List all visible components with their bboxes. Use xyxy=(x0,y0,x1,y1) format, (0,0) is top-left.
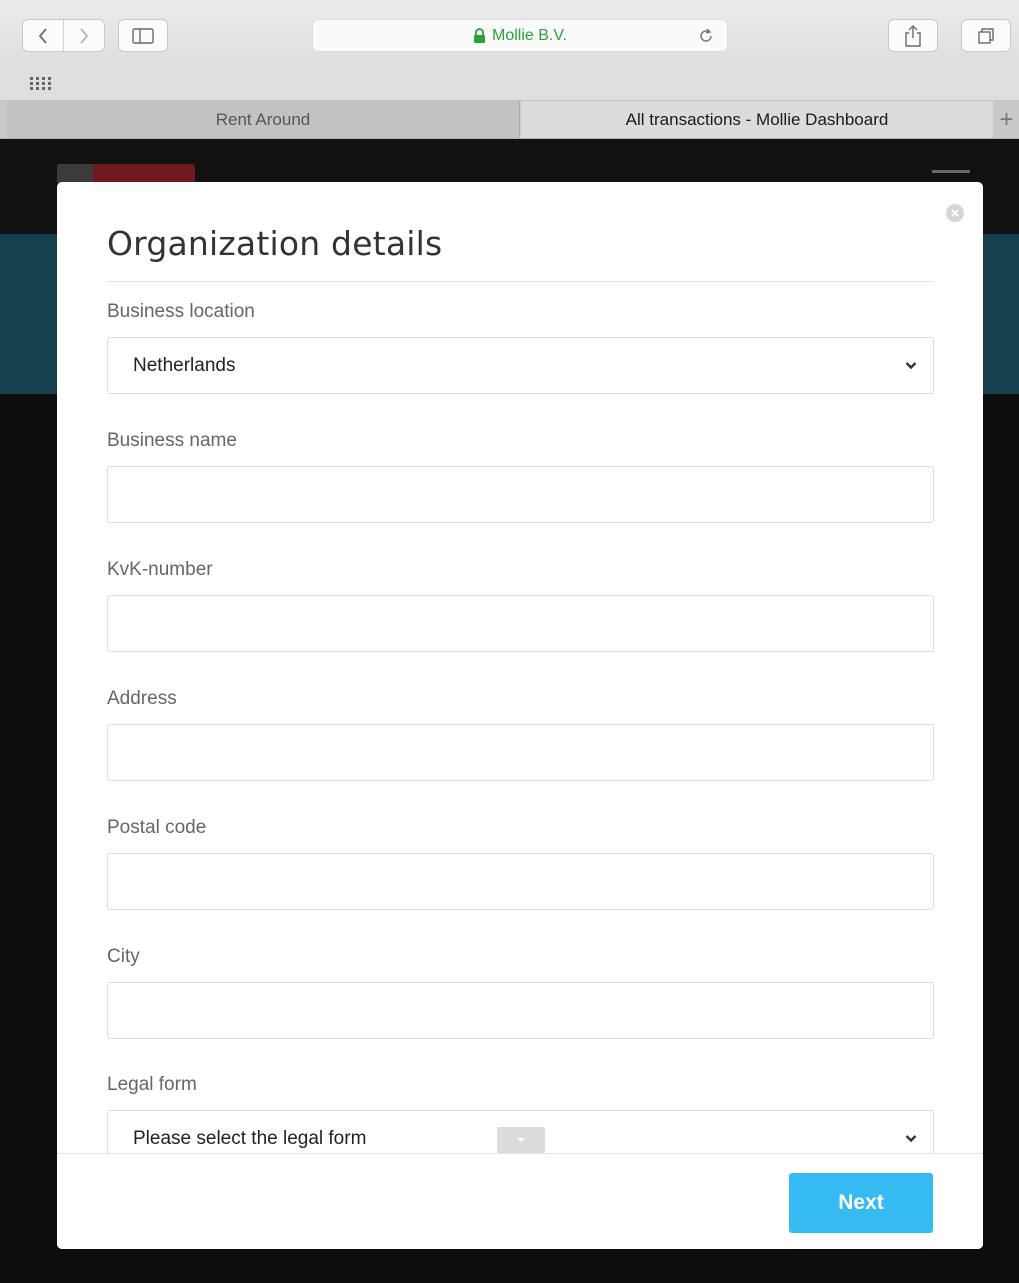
menu-icon xyxy=(932,170,970,173)
legal-form-label: Legal form xyxy=(107,1074,197,1095)
address-input[interactable] xyxy=(107,724,934,781)
tab-mollie-dashboard[interactable]: All transactions - Mollie Dashboard xyxy=(521,101,993,138)
chevron-right-icon xyxy=(80,27,89,44)
modal-footer: Next xyxy=(57,1153,983,1249)
site-name: Mollie B.V. xyxy=(492,26,567,44)
browser-toolbar: Mollie B.V. xyxy=(0,0,1019,66)
business-location-label: Business location xyxy=(107,301,255,322)
nav-buttons xyxy=(22,19,105,52)
tab-rent-around[interactable]: Rent Around xyxy=(7,101,520,138)
share-icon xyxy=(905,24,921,47)
address-label: Address xyxy=(107,688,177,709)
tabs-overview-button[interactable] xyxy=(961,19,1011,52)
lock-icon xyxy=(473,28,486,43)
forward-button[interactable] xyxy=(63,20,104,51)
modal-title: Organization details xyxy=(107,224,443,263)
back-button[interactable] xyxy=(23,20,63,51)
business-location-value: Netherlands xyxy=(133,354,236,376)
city-input[interactable] xyxy=(107,982,934,1039)
business-name-label: Business name xyxy=(107,430,237,451)
postal-code-label: Postal code xyxy=(107,817,207,838)
reload-icon[interactable] xyxy=(697,27,715,50)
postal-code-input[interactable] xyxy=(107,853,934,910)
organization-details-modal: Organization details Business location N… xyxy=(57,182,983,1249)
chevron-down-icon xyxy=(905,361,917,369)
close-button[interactable] xyxy=(946,204,964,222)
business-name-input[interactable] xyxy=(107,466,934,523)
tab-bar: Rent Around All transactions - Mollie Da… xyxy=(0,101,1019,139)
sidebar-icon xyxy=(132,27,154,44)
tabs-icon xyxy=(978,27,994,44)
city-label: City xyxy=(107,946,140,967)
logo-mark xyxy=(57,164,93,184)
business-location-select[interactable]: Netherlands xyxy=(107,337,934,394)
address-bar[interactable]: Mollie B.V. xyxy=(312,19,728,52)
sidebar-button[interactable] xyxy=(118,19,168,52)
grid-icon[interactable] xyxy=(30,77,52,96)
kvk-number-label: KvK-number xyxy=(107,559,213,580)
chevron-left-icon xyxy=(38,27,47,44)
dropdown-arrow-icon xyxy=(497,1127,545,1153)
share-button[interactable] xyxy=(888,19,938,52)
close-icon xyxy=(951,209,959,217)
chevron-down-icon xyxy=(905,1134,917,1142)
favorites-bar xyxy=(0,66,1019,101)
divider xyxy=(107,281,934,282)
new-tab-button[interactable]: + xyxy=(994,101,1019,138)
next-button[interactable]: Next xyxy=(789,1173,933,1233)
kvk-number-input[interactable] xyxy=(107,595,934,652)
